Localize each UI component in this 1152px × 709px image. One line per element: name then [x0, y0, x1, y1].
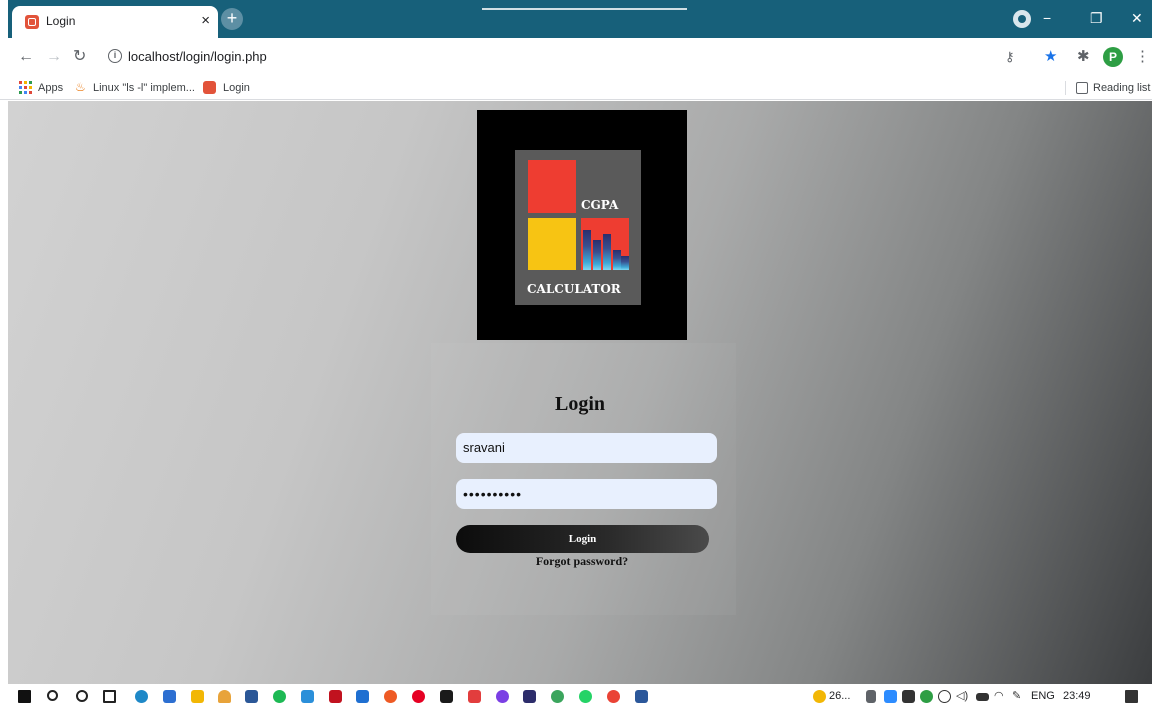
acrobat-icon[interactable] — [468, 690, 481, 703]
username-input[interactable]: sravani — [456, 433, 717, 463]
page-content: CGPA CALCULATOR Login sravani ••••••••••… — [8, 101, 1152, 684]
notifications-icon[interactable] — [1125, 690, 1138, 703]
chrome-icon[interactable] — [551, 690, 564, 703]
back-icon[interactable]: ← — [18, 47, 34, 67]
logo-text-cgpa: CGPA — [581, 198, 619, 212]
edge-icon[interactable] — [135, 690, 148, 703]
windows-taskbar: 26... ◁) ◠ ✎ ENG 23:49 — [0, 684, 1152, 709]
app-orange-icon[interactable] — [384, 690, 397, 703]
reload-icon[interactable]: ↻ — [73, 47, 86, 67]
language-indicator[interactable]: ENG — [1031, 689, 1055, 703]
password-key-icon[interactable]: ⚷ — [1005, 47, 1015, 67]
bookmarks-divider — [1065, 81, 1066, 95]
tab-login[interactable]: Login × — [12, 6, 218, 38]
chrome-profile-icon[interactable] — [607, 690, 620, 703]
cgpa-calculator-logo: CGPA CALCULATOR — [477, 110, 687, 340]
wifi-icon[interactable]: ◠ — [994, 690, 1007, 703]
url-text: localhost/login/login.php — [128, 49, 267, 64]
task-view-icon[interactable] — [103, 690, 116, 703]
xampp-icon — [203, 81, 216, 94]
tab-bar-edge — [0, 0, 8, 38]
search-icon[interactable] — [47, 690, 58, 701]
close-window-button[interactable]: ✕ — [1131, 8, 1143, 28]
screen: Login × + − ❐ ✕ ← → ↻ i localhost/login/… — [0, 0, 1152, 709]
spotify-icon[interactable] — [273, 690, 286, 703]
bookmark-login[interactable]: Login — [223, 80, 250, 96]
xampp-icon — [25, 15, 39, 29]
restore-button[interactable]: ❐ — [1090, 8, 1103, 28]
reading-list-icon — [1076, 82, 1088, 94]
browser-tab-bar: Login × + − ❐ ✕ — [0, 0, 1152, 38]
bookmark-apps[interactable]: Apps — [38, 80, 63, 96]
tray-user-icon[interactable] — [902, 690, 915, 703]
apps-grid-icon[interactable] — [19, 81, 32, 94]
bookmarks-bar: Apps ♨ Linux "ls -l" implem... Login Rea… — [0, 76, 1152, 100]
pycharm-icon[interactable] — [440, 690, 453, 703]
mail-icon[interactable] — [356, 690, 369, 703]
avatar[interactable]: P — [1103, 47, 1123, 67]
linux-penguin-icon[interactable] — [218, 690, 231, 703]
new-tab-button[interactable]: + — [221, 8, 243, 30]
password-input[interactable]: •••••••••• — [456, 479, 717, 509]
app-dark-icon[interactable] — [523, 690, 536, 703]
address-bar-row: ← → ↻ i localhost/login/login.php ⚷ ★ ✱ … — [0, 38, 1152, 76]
onedrive-icon[interactable] — [938, 690, 951, 703]
tab-bar-highlight — [482, 8, 687, 10]
file-explorer-icon[interactable] — [191, 690, 204, 703]
minimize-button[interactable]: − — [1043, 8, 1051, 28]
url-input[interactable]: i localhost/login/login.php — [98, 43, 1010, 71]
logo-text-calculator: CALCULATOR — [527, 282, 621, 296]
page-title: Login — [554, 393, 606, 415]
vscode-icon[interactable] — [301, 690, 314, 703]
java-icon: ♨ — [75, 80, 86, 94]
weather-icon[interactable] — [813, 690, 826, 703]
tab-title: Login — [46, 14, 76, 28]
extensions-puzzle-icon[interactable]: ✱ — [1077, 47, 1090, 67]
reading-list-button[interactable]: Reading list — [1093, 80, 1150, 96]
clock[interactable]: 23:49 — [1063, 689, 1091, 703]
store-icon[interactable] — [163, 690, 176, 703]
menu-dots-icon[interactable]: ⋮ — [1135, 47, 1150, 67]
app-purple-icon[interactable] — [496, 690, 509, 703]
word-icon[interactable] — [635, 690, 648, 703]
close-tab-icon[interactable]: × — [201, 12, 210, 30]
site-info-icon[interactable]: i — [108, 49, 122, 63]
logo-yellow-square — [528, 218, 576, 270]
battery-icon[interactable] — [976, 693, 989, 701]
security-icon[interactable] — [920, 690, 933, 703]
login-button[interactable]: Login — [456, 525, 709, 553]
bookmark-star-icon[interactable]: ★ — [1044, 47, 1057, 67]
bookmark-linux-ls[interactable]: Linux "ls -l" implem... — [93, 80, 195, 96]
notes-app-icon[interactable] — [245, 690, 258, 703]
netflix-icon[interactable] — [329, 690, 342, 703]
whatsapp-icon[interactable] — [579, 690, 592, 703]
logo-red-square — [528, 160, 576, 213]
tray-app-icon[interactable] — [866, 690, 876, 703]
pinterest-icon[interactable] — [412, 690, 425, 703]
zoom-icon[interactable] — [884, 690, 897, 703]
cortana-icon[interactable] — [76, 690, 88, 702]
weather-temp[interactable]: 26... — [829, 689, 850, 703]
forgot-password-link[interactable]: Forgot password? — [8, 554, 1152, 569]
logo-bar-graphic — [581, 218, 629, 270]
profile-menu-icon[interactable] — [1013, 10, 1031, 28]
forward-icon[interactable]: → — [46, 47, 62, 67]
pen-icon[interactable]: ✎ — [1012, 690, 1025, 703]
windows-start-icon[interactable] — [18, 690, 31, 703]
logo-panel: CGPA CALCULATOR — [515, 150, 641, 305]
volume-icon[interactable]: ◁) — [956, 690, 969, 703]
